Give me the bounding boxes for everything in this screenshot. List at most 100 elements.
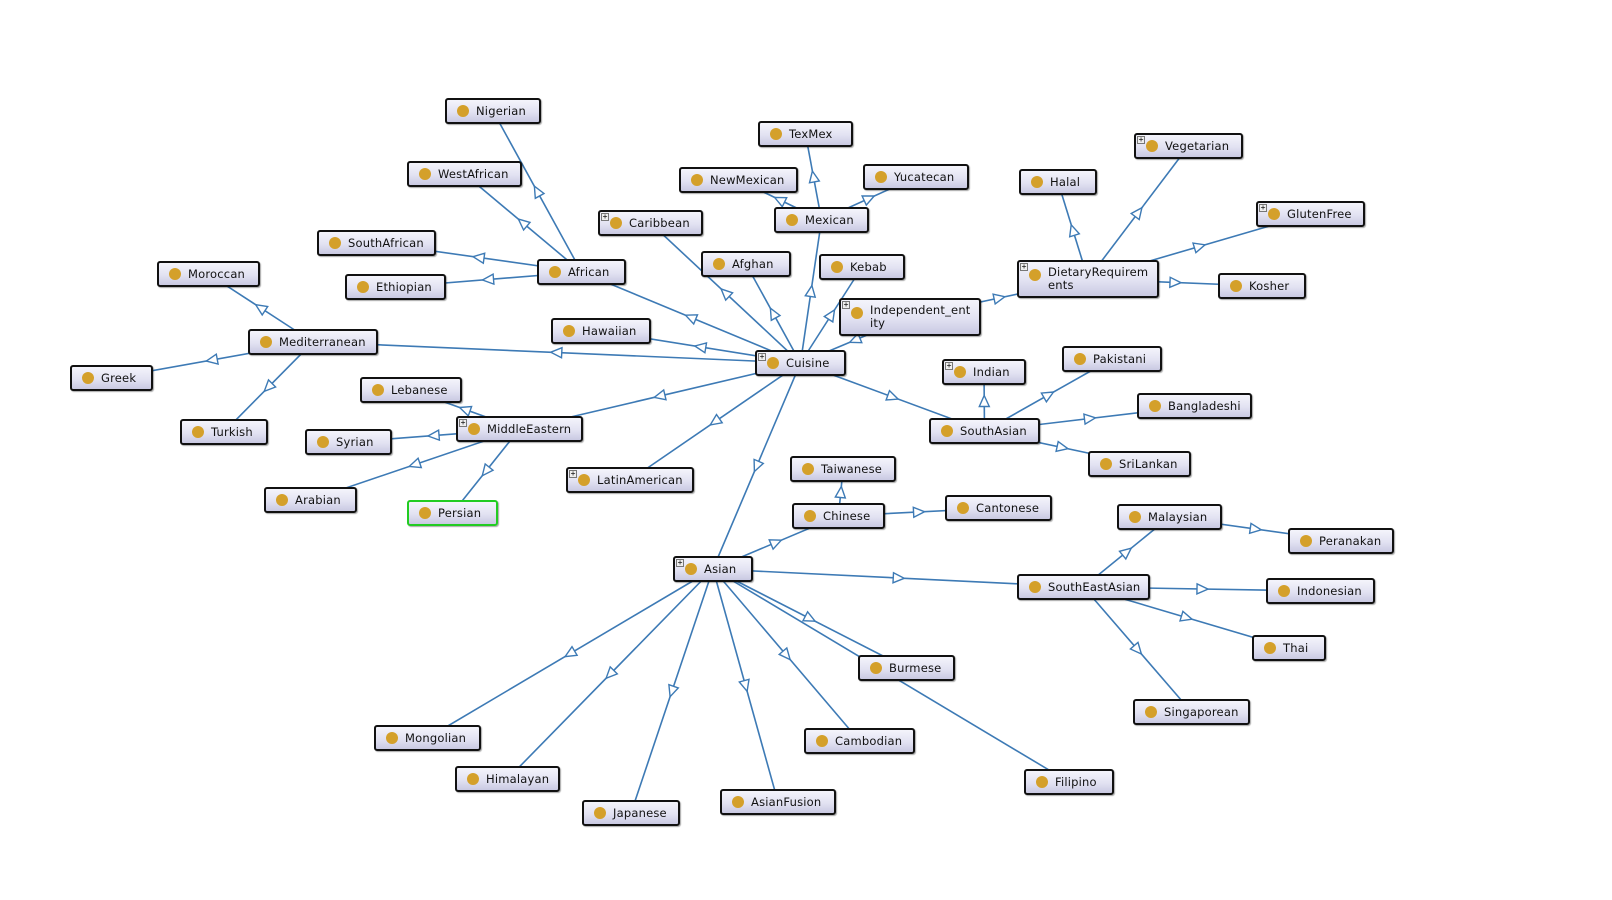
class-node-afghan[interactable]: Afghan (701, 251, 791, 277)
class-node-african[interactable]: African (537, 259, 626, 285)
class-node-persian[interactable]: Persian (407, 500, 498, 526)
class-circle-icon (1029, 269, 1041, 281)
expand-icon[interactable]: + (459, 419, 467, 427)
class-node-nigerian[interactable]: Nigerian (445, 98, 541, 124)
class-node-label: WestAfrican (438, 167, 509, 181)
class-node-dietaryrequirements[interactable]: + DietaryRequirem ents (1017, 260, 1159, 298)
class-node-southasian[interactable]: SouthAsian (929, 418, 1040, 444)
subclass-arrow-icon (769, 306, 782, 322)
class-node-label: Cantonese (976, 501, 1040, 515)
expand-icon[interactable]: + (676, 559, 684, 567)
subclass-arrow-icon (1169, 276, 1183, 289)
class-node-burmese[interactable]: Burmese (858, 655, 955, 681)
class-node-mediterranean[interactable]: Mediterranean (248, 329, 378, 355)
class-node-yucatecan[interactable]: Yucatecan (863, 164, 969, 190)
class-node-label: Lebanese (391, 383, 448, 397)
class-node-turkish[interactable]: Turkish (180, 419, 268, 445)
class-node-mexican[interactable]: Mexican (774, 207, 869, 233)
edge-cuisine-afghan (745, 263, 802, 364)
subclass-arrow-icon (407, 456, 423, 469)
class-node-ethiopian[interactable]: Ethiopian (345, 274, 446, 300)
class-circle-icon (563, 325, 575, 337)
expand-icon[interactable]: + (1020, 263, 1028, 271)
class-node-halal[interactable]: Halal (1019, 169, 1097, 195)
class-node-thai[interactable]: Thai (1252, 635, 1326, 661)
subclass-arrow-icon (668, 683, 680, 699)
class-node-kebab[interactable]: Kebab (819, 254, 905, 280)
class-node-malaysian[interactable]: Malaysian (1117, 504, 1222, 530)
class-node-greek[interactable]: Greek (70, 365, 153, 391)
class-node-bangladeshi[interactable]: Bangladeshi (1137, 393, 1252, 419)
class-node-middleeastern[interactable]: + MiddleEastern (456, 416, 583, 442)
class-node-indian[interactable]: + Indian (942, 359, 1026, 385)
class-node-texmex[interactable]: TexMex (758, 121, 853, 147)
class-node-cantonese[interactable]: Cantonese (945, 495, 1052, 521)
subclass-arrow-icon (823, 308, 836, 324)
class-node-glutenfree[interactable]: + GlutenFree (1256, 201, 1365, 227)
class-node-label: Mongolian (405, 731, 467, 745)
class-node-cuisine[interactable]: + Cuisine (755, 350, 846, 376)
class-node-syrian[interactable]: Syrian (305, 429, 392, 455)
edge-asian-japanese (630, 568, 714, 814)
class-node-japanese[interactable]: Japanese (582, 800, 680, 826)
expand-icon[interactable]: + (601, 213, 609, 221)
class-node-moroccan[interactable]: Moroccan (157, 261, 260, 287)
class-node-label: Caribbean (629, 216, 690, 230)
expand-icon[interactable]: + (842, 301, 850, 309)
class-node-southeastasian[interactable]: SouthEastAsian (1017, 574, 1150, 600)
ontology-graph-canvas[interactable]: + Cuisine Nigerian WestAfrican SouthAfrican E… (0, 0, 1612, 900)
class-node-westafrican[interactable]: WestAfrican (407, 161, 522, 187)
class-circle-icon (732, 796, 744, 808)
class-node-peranakan[interactable]: Peranakan (1288, 528, 1394, 554)
class-node-filipino[interactable]: Filipino (1024, 769, 1114, 795)
class-node-chinese[interactable]: Chinese (792, 503, 885, 529)
class-node-lebanese[interactable]: Lebanese (360, 377, 462, 403)
class-node-label: Persian (438, 506, 482, 520)
class-node-indonesian[interactable]: Indonesian (1266, 578, 1375, 604)
subclass-arrow-icon (1196, 582, 1210, 595)
class-node-label: LatinAmerican (597, 473, 683, 487)
expand-icon[interactable]: + (945, 362, 953, 370)
class-node-taiwanese[interactable]: Taiwanese (790, 456, 896, 482)
class-node-singaporean[interactable]: Singaporean (1133, 699, 1250, 725)
class-node-label: Singaporean (1164, 705, 1239, 719)
class-node-hawaiian[interactable]: Hawaiian (551, 318, 651, 344)
class-node-vegetarian[interactable]: + Vegetarian (1134, 133, 1243, 159)
subclass-arrow-icon (773, 196, 788, 208)
class-node-himalayan[interactable]: Himalayan (455, 766, 560, 792)
class-node-asianfusion[interactable]: AsianFusion (720, 789, 836, 815)
class-node-label: Kebab (850, 260, 887, 274)
subclass-arrow-icon (892, 571, 906, 584)
class-circle-icon (1268, 208, 1280, 220)
expand-icon[interactable]: + (1259, 204, 1267, 212)
expand-icon[interactable]: + (758, 353, 766, 361)
class-node-newmexican[interactable]: NewMexican (679, 167, 798, 193)
expand-icon[interactable]: + (569, 470, 577, 478)
class-node-independent-entity[interactable]: + Independent_ent ity (839, 298, 981, 336)
subclass-arrow-icon (652, 388, 667, 401)
class-node-label: Kosher (1249, 279, 1290, 293)
class-node-cambodian[interactable]: Cambodian (804, 728, 915, 754)
class-node-pakistani[interactable]: Pakistani (1062, 346, 1162, 372)
subclass-arrow-icon (992, 293, 1007, 306)
class-circle-icon (594, 807, 606, 819)
class-circle-icon (786, 214, 798, 226)
class-node-kosher[interactable]: Kosher (1218, 273, 1306, 299)
subclass-arrow-icon (768, 539, 783, 551)
class-circle-icon (1074, 353, 1086, 365)
class-node-label: Afghan (732, 257, 774, 271)
class-node-srilankan[interactable]: SriLankan (1088, 451, 1191, 477)
subclass-arrow-icon (804, 283, 817, 299)
class-node-latinamerican[interactable]: + LatinAmerican (566, 467, 694, 493)
class-node-arabian[interactable]: Arabian (264, 487, 357, 513)
class-circle-icon (82, 372, 94, 384)
class-node-caribbean[interactable]: + Caribbean (598, 210, 703, 236)
expand-icon[interactable]: + (1137, 136, 1145, 144)
class-circle-icon (1036, 776, 1048, 788)
class-node-asian[interactable]: + Asian (673, 556, 753, 582)
class-node-mongolian[interactable]: Mongolian (374, 725, 481, 751)
subclass-arrow-icon (885, 389, 900, 401)
class-node-label: NewMexican (710, 173, 785, 187)
class-node-label: Filipino (1055, 775, 1097, 789)
class-node-southafrican[interactable]: SouthAfrican (317, 230, 436, 256)
